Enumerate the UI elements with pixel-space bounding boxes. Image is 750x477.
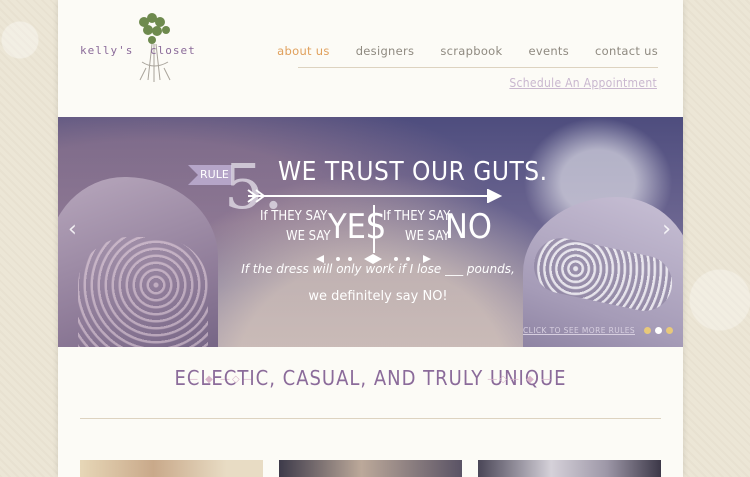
prev-slide-arrow-icon[interactable]: ‹ <box>68 217 77 242</box>
yes-no-divider <box>373 205 375 253</box>
if-they-say-2: If THEY SAY <box>383 209 451 224</box>
page-container: kelly's closet about us designers scrapb… <box>58 0 683 477</box>
logo-text: kelly's closet <box>80 44 210 57</box>
section-divider <box>80 418 661 419</box>
slide-dot-2[interactable] <box>655 327 662 334</box>
hero-line-1: If the dress will only work if I lose __… <box>241 262 515 276</box>
schedule-appointment-link[interactable]: Schedule An Appointment <box>509 76 657 90</box>
nav-divider <box>298 67 658 68</box>
we-say-1: WE SAY <box>286 229 331 244</box>
logo-text-right: closet <box>150 44 196 57</box>
arrow-ornament-icon <box>247 189 503 203</box>
see-more-rules-link[interactable]: CLICK TO SEE MORE RULES <box>523 326 635 335</box>
nav-designers[interactable]: designers <box>356 44 415 58</box>
nav-events[interactable]: events <box>528 44 569 58</box>
lace-dress-image <box>78 237 208 347</box>
tagline-section: — ◆ —◇— ECLECTIC, CASUAL, AND TRULY UNIQ… <box>58 360 683 400</box>
logo-text-left: kelly's <box>80 44 134 57</box>
nav-contact-us[interactable]: contact us <box>595 44 658 58</box>
thumbnail-image-3[interactable] <box>478 460 661 477</box>
main-nav: about us designers scrapbook events cont… <box>277 44 658 58</box>
hero-slider: RULE 5. WE TRUST OUR GUTS. If THEY SAY W… <box>58 117 683 347</box>
we-say-2: WE SAY <box>405 229 450 244</box>
nav-scrapbook[interactable]: scrapbook <box>440 44 502 58</box>
tagline-ornament-right-icon: —◇— ◆ — <box>487 374 553 385</box>
slide-dot-1[interactable] <box>644 327 651 334</box>
if-they-say-1: If THEY SAY <box>260 209 328 224</box>
tagline: ECLECTIC, CASUAL, AND TRULY UNIQUE <box>174 366 567 390</box>
thumbnail-image-2[interactable] <box>279 460 462 477</box>
nav-about-us[interactable]: about us <box>277 44 330 58</box>
big-yes: YES <box>328 207 386 247</box>
next-slide-arrow-icon[interactable]: › <box>662 217 671 242</box>
hero-line-2: we definitely say NO! <box>308 289 448 304</box>
logo[interactable]: kelly's closet <box>80 10 210 90</box>
hero-headline: WE TRUST OUR GUTS. <box>278 157 548 187</box>
big-no: NO <box>445 207 492 247</box>
slide-dot-3[interactable] <box>666 327 673 334</box>
thumbnail-image-1[interactable] <box>80 460 263 477</box>
slider-dots <box>644 327 673 334</box>
